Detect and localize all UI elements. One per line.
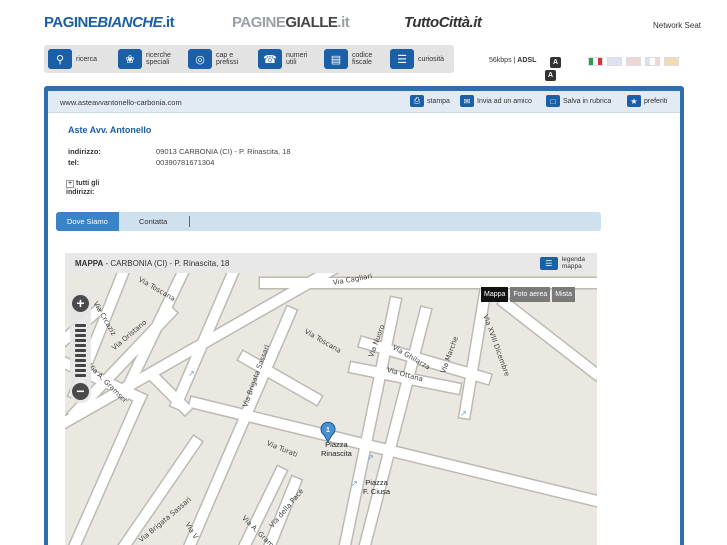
map-title-label: MAPPA bbox=[75, 259, 104, 268]
map-type-mappa[interactable]: Mappa bbox=[481, 287, 509, 302]
place-label: Piazza F. Ciusa bbox=[363, 478, 391, 496]
svg-text:↗: ↗ bbox=[367, 453, 374, 462]
address-label: indirizzo: bbox=[68, 147, 101, 156]
list-icon: ☰ bbox=[539, 256, 558, 270]
service-codice-fiscale[interactable]: ▤ codice fiscale bbox=[324, 49, 372, 69]
service-curiosita[interactable]: ☰ curiosità bbox=[390, 49, 444, 69]
flag-es-icon[interactable] bbox=[664, 57, 679, 66]
expand-icon: + bbox=[66, 180, 74, 188]
site-url-link[interactable]: www.asteavvantonello-carbonia.com bbox=[60, 98, 182, 107]
map-title: MAPPA - CARBONIA (CI) - P. Rinascita, 18 bbox=[75, 259, 230, 268]
brand-highlight: BIANCHE bbox=[97, 14, 163, 31]
map-roads: ↗ ↗ ↗ ↗ bbox=[65, 273, 597, 545]
folder-icon: □ bbox=[546, 95, 560, 107]
svg-text:↗: ↗ bbox=[351, 479, 358, 488]
flag-de-icon[interactable] bbox=[626, 57, 641, 66]
brand-highlight: GIALLE bbox=[285, 14, 338, 31]
service-numeri-utili[interactable]: ☎ numeri utili bbox=[258, 49, 307, 69]
marker-number: 1 bbox=[326, 427, 330, 434]
send-label: Invia ad un amico bbox=[477, 97, 532, 105]
flag-it-icon[interactable] bbox=[588, 57, 603, 66]
tel-value: 00390781671304 bbox=[156, 158, 215, 167]
service-label: ricerche speciali bbox=[146, 52, 171, 66]
id-card-icon: ▤ bbox=[324, 49, 348, 69]
content-panel: www.asteavvantonello-carbonia.com ⎙ stamp… bbox=[48, 91, 680, 545]
search-icon: ⚲ bbox=[48, 49, 72, 69]
send-friend-button[interactable]: ✉ Invia ad un amico bbox=[460, 95, 532, 107]
envelope-icon: ✉ bbox=[460, 95, 474, 107]
service-cap-prefissi[interactable]: ◎ cap e prefissi bbox=[188, 49, 238, 69]
map-legend-button[interactable]: ☰ legenda mappa bbox=[539, 256, 585, 270]
star-icon: ★ bbox=[627, 95, 641, 107]
map-marker-icon[interactable]: 1 bbox=[319, 421, 337, 443]
flag-en-icon[interactable] bbox=[607, 57, 622, 66]
save-addressbook-button[interactable]: □ Salva in rubrica bbox=[546, 95, 611, 107]
special-search-icon: ❀ bbox=[118, 49, 142, 69]
service-label: ricerca bbox=[76, 55, 98, 63]
globe-icon: ◎ bbox=[188, 49, 212, 69]
service-label: cap e prefissi bbox=[216, 52, 239, 66]
map-subtitle: CARBONIA (CI) - P. Rinascita, 18 bbox=[110, 259, 230, 268]
paginegialle-logo[interactable]: PAGINEGIALLE.it bbox=[232, 14, 350, 31]
map-type-switcher: Mappa Foto aerea Mista bbox=[479, 287, 575, 302]
zoom-control: + − bbox=[70, 292, 91, 403]
favorites-label: preferiti bbox=[644, 97, 668, 105]
tab-bar: Dove Siamo Contatta bbox=[56, 212, 601, 231]
brand-suffix: .it bbox=[162, 14, 175, 31]
service-nav: ⚲ ricerca ❀ ricerche speciali ◎ cap e pr… bbox=[44, 45, 454, 73]
network-seat-link[interactable]: Network Seat bbox=[653, 21, 701, 30]
svg-text:↗: ↗ bbox=[460, 409, 467, 418]
speed-low[interactable]: 56kbps bbox=[489, 57, 512, 64]
flag-fr-icon[interactable] bbox=[645, 57, 660, 66]
brand-prefix: PAGINE bbox=[232, 14, 286, 31]
map-type-mista[interactable]: Mista bbox=[552, 287, 575, 302]
zoom-in-button[interactable]: + bbox=[72, 295, 89, 312]
service-label: codice fiscale bbox=[352, 52, 373, 66]
connection-speed[interactable]: 56kbps | ADSL bbox=[489, 57, 536, 64]
service-label: curiosità bbox=[418, 55, 445, 63]
service-ricerca[interactable]: ⚲ ricerca bbox=[48, 49, 97, 69]
paginebianche-logo[interactable]: PAGINEBIANCHE.it bbox=[44, 14, 175, 31]
map-legend-label: legenda mappa bbox=[561, 256, 585, 270]
map-canvas[interactable]: ↗ ↗ ↗ ↗ Via Toscana Via Cagliari Via Crc… bbox=[65, 273, 597, 545]
print-label: stampa bbox=[427, 97, 450, 105]
map-header: MAPPA - CARBONIA (CI) - P. Rinascita, 18… bbox=[65, 253, 597, 273]
zoom-slider[interactable] bbox=[75, 324, 86, 380]
font-size-icon[interactable]: A bbox=[550, 57, 561, 68]
toolbar-row: www.asteavvantonello-carbonia.com ⎙ stamp… bbox=[48, 91, 680, 113]
main-frame: www.asteavvantonello-carbonia.com ⎙ stamp… bbox=[44, 86, 684, 545]
book-icon: ☰ bbox=[390, 49, 414, 69]
printer-icon: ⎙ bbox=[410, 95, 424, 107]
tel-label: tel: bbox=[68, 158, 80, 167]
phone-icon: ☎ bbox=[258, 49, 282, 69]
save-label: Salva in rubrica bbox=[563, 97, 612, 105]
tab-divider bbox=[189, 216, 190, 227]
brand-suffix: .it bbox=[337, 14, 350, 31]
map-type-foto-aerea[interactable]: Foto aerea bbox=[510, 287, 551, 302]
tab-contatta[interactable]: Contatta bbox=[128, 212, 178, 231]
print-button[interactable]: ⎙ stampa bbox=[410, 95, 450, 107]
speed-adsl[interactable]: ADSL bbox=[517, 57, 536, 64]
favorites-button[interactable]: ★ preferiti bbox=[627, 95, 667, 107]
all-addresses-toggle[interactable]: + tutti gli indirizzi: bbox=[66, 179, 99, 197]
tab-dove-siamo[interactable]: Dove Siamo bbox=[56, 212, 119, 231]
zoom-out-button[interactable]: − bbox=[72, 383, 89, 400]
font-size-large-icon[interactable]: A bbox=[545, 70, 556, 81]
service-ricerche-speciali[interactable]: ❀ ricerche speciali bbox=[118, 49, 171, 69]
language-flags bbox=[588, 57, 679, 66]
tuttocitta-logo[interactable]: TuttoCittà.it bbox=[404, 14, 482, 31]
brand-bar: PAGINEBIANCHE.it PAGINEGIALLE.it TuttoCi… bbox=[0, 0, 727, 44]
service-label: numeri utili bbox=[286, 52, 308, 66]
brand-prefix: PAGINE bbox=[44, 14, 98, 31]
business-name: Aste Avv. Antonello bbox=[68, 125, 152, 135]
address-value: 09013 CARBONIA (CI) - P. Rinascita, 18 bbox=[156, 147, 291, 156]
svg-text:↗: ↗ bbox=[188, 369, 195, 378]
